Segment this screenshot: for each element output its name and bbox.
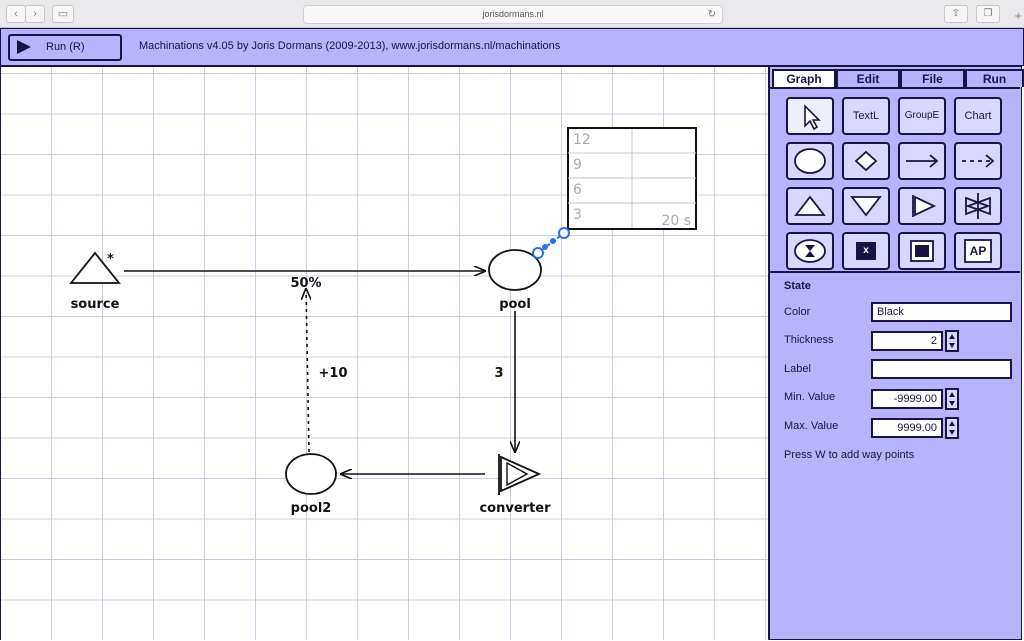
max-value-field[interactable]: 9999.00	[871, 418, 943, 438]
register-tool[interactable]	[898, 232, 946, 270]
tab-edit[interactable]: Edit	[836, 69, 900, 87]
thickness-field[interactable]: 2	[871, 331, 943, 351]
waypoint-hint: Press W to add way points	[784, 449, 915, 461]
dashed-arrow-icon	[962, 154, 995, 168]
end-condition-tool[interactable]: x	[842, 232, 890, 270]
tab-graph[interactable]: Graph	[772, 69, 836, 87]
browser-toolbar: ‹ › ▭ jorisdormans.nl ↻ ⇧ ❐ +	[0, 0, 1024, 28]
connection-end-handle[interactable]	[558, 227, 570, 239]
gate-tool[interactable]	[842, 142, 890, 180]
tabs-icon[interactable]: ❐	[976, 5, 1000, 23]
converter-tool[interactable]	[898, 187, 946, 225]
select-tool[interactable]	[786, 97, 834, 135]
play-icon	[17, 40, 31, 54]
max-value-label: Max. Value	[784, 420, 839, 432]
drain-tool[interactable]	[842, 187, 890, 225]
forward-button[interactable]: ›	[25, 5, 45, 23]
diagram-canvas[interactable]: * source 50% pool 3 converter pool2 +10 …	[0, 66, 768, 640]
source-node[interactable]: * source	[69, 251, 121, 312]
gate-diamond-icon	[854, 150, 878, 172]
new-tab-icon[interactable]: +	[1014, 8, 1022, 23]
hourglass-icon	[794, 239, 826, 263]
pool2-node[interactable]: pool2	[285, 453, 337, 516]
thickness-label: Thickness	[784, 334, 834, 346]
url-text: jorisdormans.nl	[482, 9, 544, 19]
edge-pool2-modifier[interactable]	[306, 289, 309, 453]
chart-y-label: 3	[573, 207, 582, 223]
thickness-stepper[interactable]	[945, 330, 959, 352]
sidebar-toggle-icon[interactable]: ▭	[52, 5, 74, 23]
max-value-stepper[interactable]	[945, 417, 959, 439]
pool-label: pool	[499, 297, 531, 312]
share-icon[interactable]: ⇧	[944, 5, 968, 23]
triangle-up-icon	[794, 195, 826, 216]
panel-tabs: Graph Edit File Run	[772, 69, 1024, 87]
color-label: Color	[784, 306, 811, 318]
reload-icon[interactable]: ↻	[708, 6, 716, 23]
chart-widget[interactable]: 12 9 6 3 20 s	[567, 127, 697, 230]
properties-panel: Graph Edit File Run TextL GroupE Chart x…	[768, 66, 1024, 640]
chart-time-label: 20 s	[661, 213, 691, 229]
tab-run[interactable]: Run	[965, 69, 1024, 87]
run-button-label: Run (R)	[46, 41, 85, 53]
converter-label: converter	[479, 501, 551, 516]
ap-label: AP	[969, 244, 987, 258]
label-field[interactable]	[871, 359, 1012, 379]
group-tool[interactable]: GroupE	[898, 97, 946, 135]
triangle-down-icon	[850, 196, 882, 217]
end-condition-mark: x	[863, 245, 869, 256]
edge-label-source-to-pool: 50%	[290, 276, 321, 291]
resource-connection-tool[interactable]	[898, 142, 946, 180]
pool-node[interactable]: pool	[488, 249, 542, 312]
diagram-svg: * source 50% pool 3 converter pool2 +10 …	[69, 127, 697, 516]
converter-node[interactable]: converter	[479, 454, 551, 516]
text-label-tool[interactable]: TextL	[842, 97, 890, 135]
selected-connection[interactable]	[532, 227, 570, 259]
source-label: source	[71, 297, 120, 312]
arrow-right-icon	[906, 154, 939, 168]
trader-icon	[965, 193, 991, 219]
edge-label-pool-to-converter: 3	[494, 366, 503, 381]
tab-file[interactable]: File	[900, 69, 965, 87]
source-automatic-mark: *	[107, 252, 114, 267]
pool-icon	[794, 148, 826, 174]
color-field[interactable]: Black	[871, 302, 1012, 322]
app-toolbar: Run (R) Machinations v4.05 by Joris Dorm…	[0, 28, 1024, 66]
tool-palette: TextL GroupE Chart x AP	[770, 87, 1020, 273]
chart-y-label: 6	[573, 182, 582, 198]
min-value-stepper[interactable]	[945, 388, 959, 410]
state-section-title: State	[784, 280, 811, 292]
pool-tool[interactable]	[786, 142, 834, 180]
chart-y-label: 9	[573, 157, 582, 173]
trader-tool[interactable]	[954, 187, 1002, 225]
state-connection-tool[interactable]	[954, 142, 1002, 180]
chart-y-label: 12	[573, 132, 591, 148]
source-tool[interactable]	[786, 187, 834, 225]
address-bar[interactable]: jorisdormans.nl ↻	[303, 5, 723, 24]
pool2-label: pool2	[291, 501, 332, 516]
back-button[interactable]: ‹	[6, 5, 26, 23]
artificial-player-tool[interactable]: AP	[954, 232, 1002, 270]
connection-start-handle[interactable]	[532, 247, 544, 259]
register-icon	[910, 240, 934, 262]
cursor-icon	[804, 104, 821, 131]
chart-tool[interactable]: Chart	[954, 97, 1002, 135]
converter-icon	[912, 195, 937, 217]
min-value-label: Min. Value	[784, 391, 836, 403]
run-button[interactable]: Run (R)	[8, 34, 122, 61]
delay-tool[interactable]	[786, 232, 834, 270]
pool2-circle-icon	[285, 453, 337, 495]
label-label: Label	[784, 363, 811, 375]
app-title: Machinations v4.05 by Joris Dormans (200…	[139, 40, 561, 52]
edge-label-pool2-modifier: +10	[319, 366, 348, 381]
min-value-field[interactable]: -9999.00	[871, 389, 943, 409]
